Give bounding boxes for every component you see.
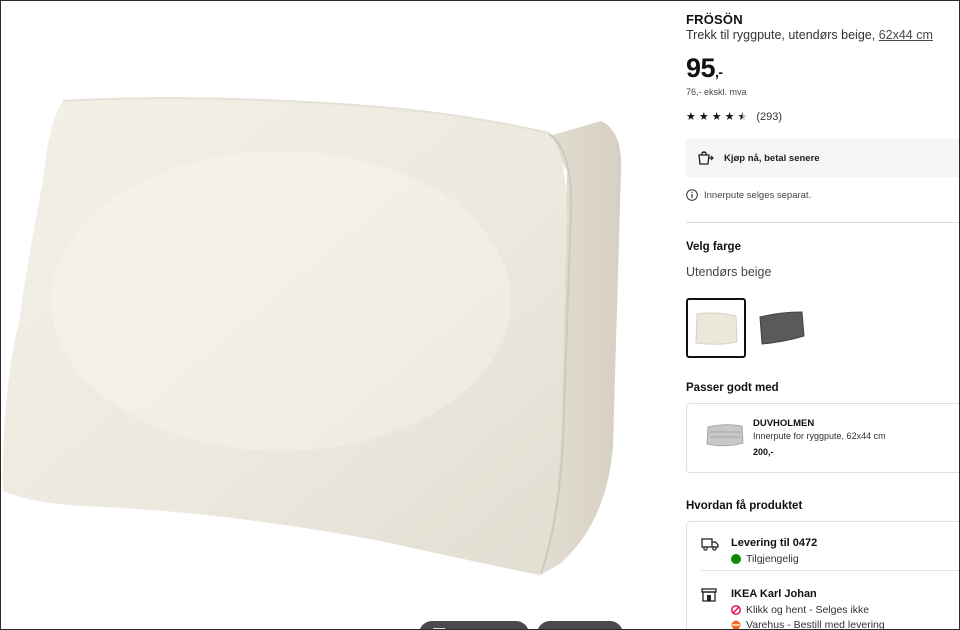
truck-icon	[701, 538, 719, 551]
star-icon: ★	[724, 111, 735, 123]
delivery-status: Tilgjengelig	[731, 553, 799, 565]
inner-cushion-note: Innerpute selges separat.	[686, 189, 811, 201]
swatch-dark-grey[interactable]	[754, 298, 812, 356]
price-ex-vat: 76,- ekskl. mva	[686, 87, 747, 97]
shopping-bag-icon	[698, 151, 714, 165]
swatch-grey-image	[759, 311, 805, 345]
note-label: Innerpute selges separat.	[704, 189, 812, 201]
gallery-button-left[interactable]	[419, 621, 529, 629]
recommended-price: 200,-	[753, 447, 774, 457]
swatch-beige[interactable]	[686, 298, 746, 358]
store-icon	[701, 588, 717, 602]
half-star-icon: ★	[737, 111, 748, 123]
fulfilment-box[interactable]: Levering til 0472 Tilgjengelig IKEA Karl…	[686, 521, 959, 630]
product-price: 95,-	[686, 53, 723, 84]
recommended-product-card[interactable]: DUVHOLMEN Innerpute for ryggpute, 62x44 …	[686, 403, 959, 473]
info-icon	[686, 189, 698, 201]
store-title: IKEA Karl Johan	[731, 588, 817, 600]
click-collect-text: Klikk og hent - Selges ikke	[746, 604, 870, 616]
warehouse-status: Varehus - Bestill med levering	[731, 619, 885, 630]
product-info-panel: FRÖSÖN Trekk til ryggpute, utendørs beig…	[686, 1, 959, 630]
pairs-heading: Passer godt med	[686, 382, 779, 394]
recommended-name: DUVHOLMEN	[753, 418, 815, 429]
product-image-gallery[interactable]	[1, 1, 666, 629]
buy-now-pay-later[interactable]: Kjøp nå, betal senere	[686, 139, 959, 177]
delivery-status-text: Tilgjengelig	[746, 553, 799, 565]
rating[interactable]: ★ ★ ★ ★ ★ (293)	[686, 111, 782, 123]
click-collect-status: Klikk og hent - Selges ikke	[731, 604, 869, 616]
browser-frame: FRÖSÖN Trekk til ryggpute, utendørs beig…	[0, 0, 960, 630]
swatch-beige-image	[695, 312, 738, 345]
product-size-link[interactable]: 62x44 cm	[879, 28, 933, 42]
product-description-text: Trekk til ryggpute, utendørs beige,	[686, 28, 876, 42]
row-divider	[701, 570, 959, 571]
product-description: Trekk til ryggpute, utendørs beige, 62x4…	[686, 28, 933, 42]
rating-stars: ★ ★ ★ ★ ★	[686, 111, 747, 123]
star-icon: ★	[711, 111, 722, 123]
review-count: (293)	[756, 111, 783, 123]
selected-color-name: Utendørs beige	[686, 265, 772, 279]
duvholmen-thumbnail	[706, 424, 744, 447]
warehouse-status-icon	[731, 620, 741, 629]
available-dot-icon	[731, 554, 741, 564]
delivery-title: Levering til 0472	[731, 537, 818, 549]
price-decimal: ,-	[715, 64, 723, 80]
star-icon: ★	[686, 111, 696, 123]
not-available-icon	[731, 605, 741, 615]
color-heading: Velg farge	[686, 241, 741, 253]
price-main: 95	[686, 53, 716, 83]
product-brand: FRÖSÖN	[686, 12, 743, 27]
star-icon: ★	[698, 111, 709, 123]
bnpl-label: Kjøp nå, betal senere	[724, 153, 820, 164]
divider	[686, 222, 959, 223]
gallery-button-right[interactable]	[537, 621, 623, 629]
recommended-subtitle: Innerpute for ryggpute, 62x44 cm	[753, 431, 886, 441]
product-image	[2, 97, 622, 576]
fulfilment-heading: Hvordan få produktet	[686, 500, 803, 512]
warehouse-text: Varehus - Bestill med levering	[746, 619, 885, 630]
